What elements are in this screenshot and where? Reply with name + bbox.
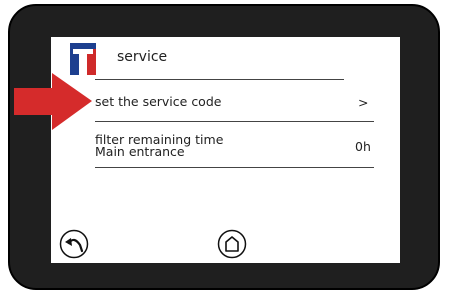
- brand-logo: [70, 43, 96, 75]
- title-divider: [95, 79, 344, 80]
- pointer-arrow-icon: [14, 73, 92, 130]
- home-icon[interactable]: [217, 229, 247, 259]
- menu-item-label: set the service code: [95, 94, 222, 109]
- row-divider: [95, 121, 374, 122]
- menu-item-sublabel: Main entrance: [95, 144, 185, 159]
- chevron-right-icon: >: [358, 95, 369, 110]
- filter-time-value: 0h: [355, 139, 371, 154]
- page-title: service: [117, 49, 168, 65]
- back-arrow-icon[interactable]: [59, 229, 89, 259]
- row-divider: [95, 167, 374, 168]
